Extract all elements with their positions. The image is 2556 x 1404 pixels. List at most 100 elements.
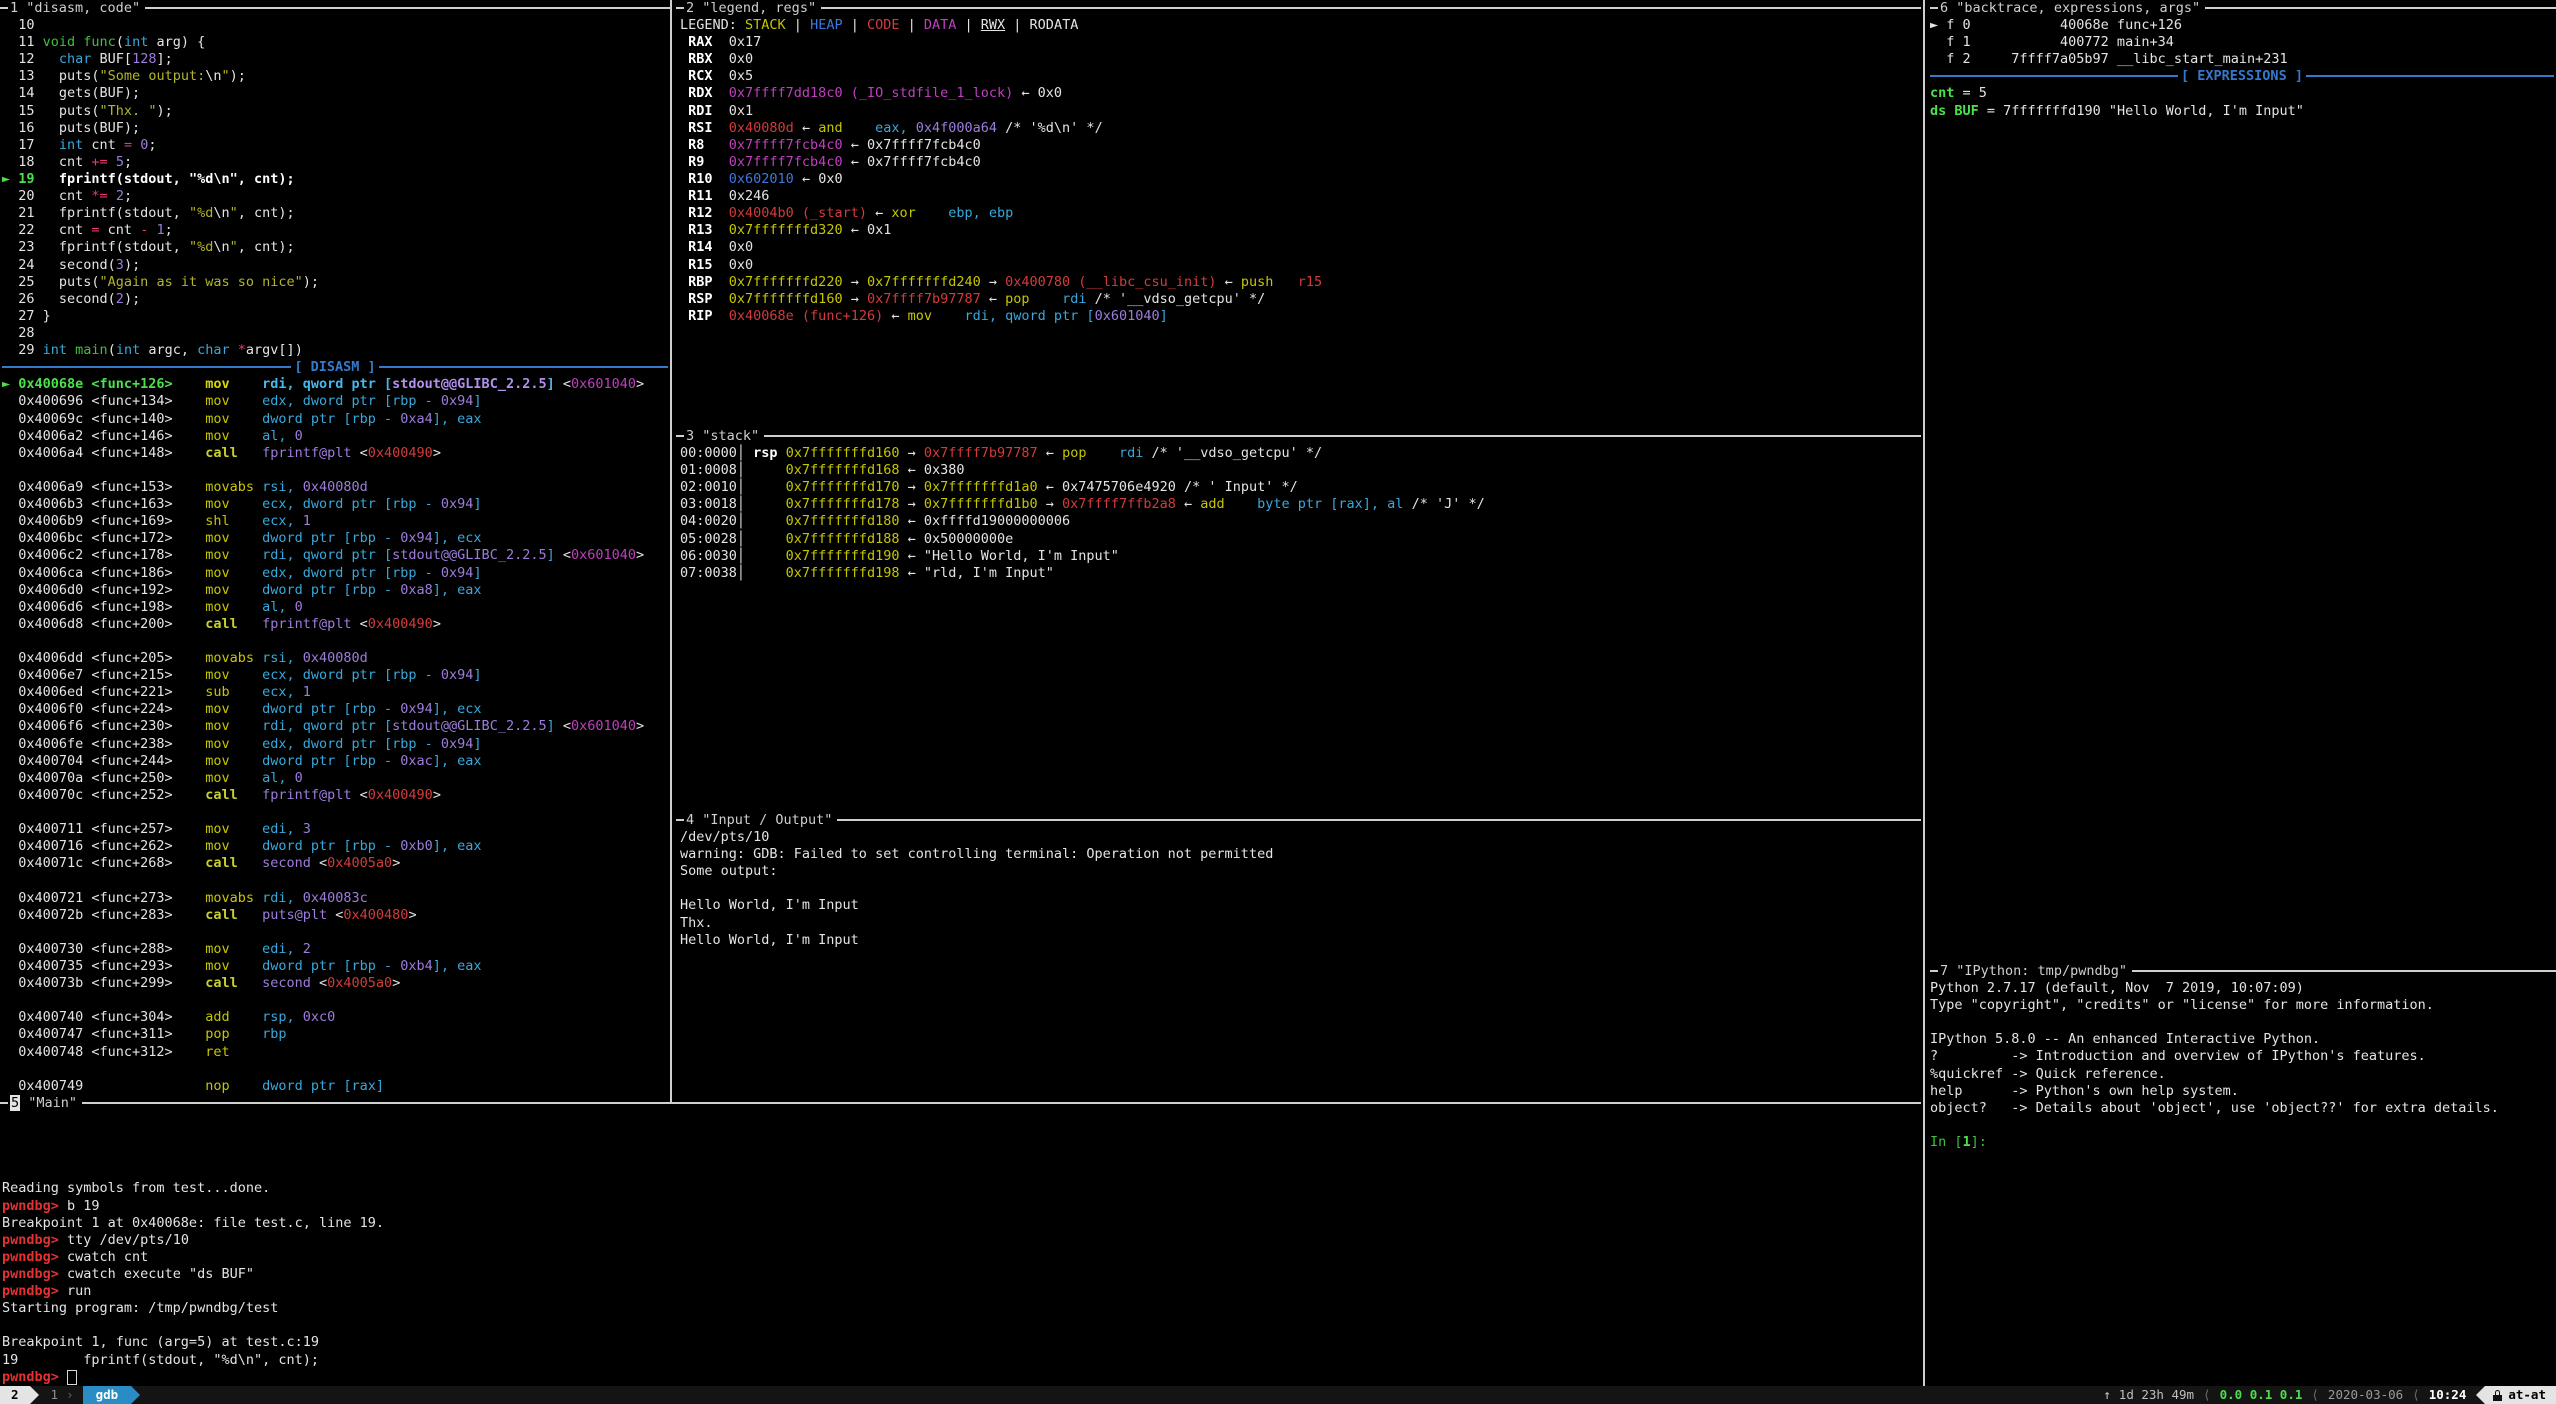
powerline-arrow-icon bbox=[30, 1386, 39, 1404]
pane-title-text: "stack" bbox=[702, 428, 759, 444]
terminal-line: pwndbg> cwatch execute "ds BUF" bbox=[2, 1266, 1917, 1283]
terminal-line: 28 bbox=[2, 325, 668, 342]
pane-border-legend-regs: 2 "legend, regs" bbox=[676, 0, 1921, 17]
terminal-line bbox=[2, 1146, 1917, 1163]
terminal-line: R15 0x0 bbox=[680, 257, 1920, 274]
terminal-line: RDX 0x7ffff7dd18c0 (_IO_stdfile_1_lock) … bbox=[680, 85, 1920, 102]
terminal-line: 0x4006ed <func+221> sub ecx, 1 bbox=[2, 684, 668, 701]
terminal-line: 0x400749 nop dword ptr [rax] bbox=[2, 1078, 668, 1095]
terminal-line bbox=[2, 1317, 1917, 1334]
terminal-line: 0x4006ca <func+186> mov edx, dword ptr [… bbox=[2, 565, 668, 582]
terminal-line: 11 void func(int arg) { bbox=[2, 34, 668, 51]
pane-main-console[interactable]: Reading symbols from test...done.pwndbg>… bbox=[2, 1112, 1917, 1386]
terminal-line: 17 int cnt = 0; bbox=[2, 137, 668, 154]
pane-border-stack: 3 "stack" bbox=[676, 428, 1921, 445]
terminal-line: 0x4006d0 <func+192> mov dword ptr [rbp -… bbox=[2, 582, 668, 599]
terminal-line: 0x400748 <func+312> ret bbox=[2, 1044, 668, 1061]
terminal-line: 0x4006a2 <func+146> mov al, 0 bbox=[2, 428, 668, 445]
terminal-line: 20 cnt *= 2; bbox=[2, 188, 668, 205]
terminal-line bbox=[1930, 1014, 2554, 1031]
pane-title-backtrace: 6 "backtrace, expressions, args" bbox=[1938, 0, 2205, 17]
terminal-line: 0x4006a9 <func+153> movabs rsi, 0x40080d bbox=[2, 479, 668, 496]
pane-title-stack: 3 "stack" bbox=[684, 428, 764, 445]
terminal-line: R12 0x4004b0 (_start) ← xor ebp, ebp bbox=[680, 205, 1920, 222]
pane-stack[interactable]: 00:0000│ rsp 0x7fffffffd160 → 0x7ffff7b9… bbox=[680, 445, 1920, 582]
terminal-line: 05:0028│ 0x7fffffffd188 ← 0x50000000e bbox=[680, 531, 1920, 548]
pane-number: 4 bbox=[686, 812, 694, 828]
terminal-line: /dev/pts/10 bbox=[680, 829, 1920, 846]
terminal-line: Python 2.7.17 (default, Nov 7 2019, 10:0… bbox=[1930, 980, 2554, 997]
window-index[interactable]: 1 bbox=[39, 1386, 63, 1404]
terminal-line: 01:0008│ 0x7fffffffd168 ← 0x380 bbox=[680, 462, 1920, 479]
terminal-line: R11 0x246 bbox=[680, 188, 1920, 205]
terminal-line bbox=[2, 462, 668, 479]
terminal-line: 0x400696 <func+134> mov edx, dword ptr [… bbox=[2, 393, 668, 410]
terminal-line: 0x4006b3 <func+163> mov ecx, dword ptr [… bbox=[2, 496, 668, 513]
terminal-line bbox=[2, 872, 668, 889]
terminal-line: 0x400740 <func+304> add rsp, 0xc0 bbox=[2, 1009, 668, 1026]
terminal-line: Starting program: /tmp/pwndbg/test bbox=[2, 1300, 1917, 1317]
pane-border-backtrace: 6 "backtrace, expressions, args" bbox=[1930, 0, 2556, 17]
terminal-line: pwndbg> b 19 bbox=[2, 1198, 1917, 1215]
terminal-line: 02:0010│ 0x7fffffffd170 → 0x7fffffffd1a0… bbox=[680, 479, 1920, 496]
terminal-line: pwndbg> tty /dev/pts/10 bbox=[2, 1232, 1917, 1249]
pane-title-legend-regs: 2 "legend, regs" bbox=[684, 0, 821, 17]
terminal-line: 0x400747 <func+311> pop rbp bbox=[2, 1026, 668, 1043]
terminal-line: Breakpoint 1, func (arg=5) at test.c:19 bbox=[2, 1334, 1917, 1351]
pane-title-main: 5 "Main" bbox=[8, 1095, 82, 1112]
column-divider-left[interactable] bbox=[670, 0, 672, 1104]
window-tab-gdb[interactable]: gdb bbox=[83, 1386, 132, 1404]
pane-backtrace-expressions[interactable]: ► f 0 40068e func+126 f 1 400772 main+34… bbox=[1930, 17, 2554, 120]
pane-ipython[interactable]: Python 2.7.17 (default, Nov 7 2019, 10:0… bbox=[1930, 980, 2554, 1151]
terminal-line: 0x40069c <func+140> mov dword ptr [rbp -… bbox=[2, 411, 668, 428]
pane-border-main: 5 "Main" bbox=[0, 1095, 1921, 1112]
terminal-line: 0x4006fe <func+238> mov edx, dword ptr [… bbox=[2, 736, 668, 753]
pane-input-output[interactable]: /dev/pts/10warning: GDB: Failed to set c… bbox=[680, 829, 1920, 949]
terminal-line: Breakpoint 1 at 0x40068e: file test.c, l… bbox=[2, 1215, 1917, 1232]
terminal-line: ds BUF = 7fffffffd190 "Hello World, I'm … bbox=[1930, 103, 2554, 120]
terminal-line: 27 } bbox=[2, 308, 668, 325]
terminal-line: object? -> Details about 'object', use '… bbox=[1930, 1100, 2554, 1117]
terminal-line: 06:0030│ 0x7fffffffd190 ← "Hello World, … bbox=[680, 548, 1920, 565]
date-label: 2020-03-06 bbox=[2328, 1386, 2403, 1404]
terminal-line: 24 second(3); bbox=[2, 257, 668, 274]
terminal-line: 0x4006d8 <func+200> call fprintf@plt <0x… bbox=[2, 616, 668, 633]
terminal-line: 04:0020│ 0x7fffffffd180 ← 0xffffd1900000… bbox=[680, 513, 1920, 530]
angle-separator-icon: ⟨ bbox=[2194, 1386, 2220, 1404]
pane-title-text: "backtrace, expressions, args" bbox=[1956, 0, 2200, 16]
terminal-line: Hello World, I'm Input bbox=[680, 897, 1920, 914]
terminal-line: LEGEND: STACK | HEAP | CODE | DATA | RWX… bbox=[680, 17, 1920, 34]
terminal-line: ► f 0 40068e func+126 bbox=[1930, 17, 2554, 34]
status-bar-spacer bbox=[140, 1386, 2095, 1404]
terminal-line: R13 0x7fffffffd320 ← 0x1 bbox=[680, 222, 1920, 239]
terminal-line: IPython 5.8.0 -- An enhanced Interactive… bbox=[1930, 1031, 2554, 1048]
terminal-line bbox=[2, 1112, 1917, 1129]
status-bar-right: ↑ 1d 23h 49m ⟨ 0.0 0.1 0.1 ⟨ 2020-03-06 … bbox=[2095, 1386, 2556, 1404]
terminal-line: f 1 400772 main+34 bbox=[1930, 34, 2554, 51]
terminal-line: 26 second(2); bbox=[2, 291, 668, 308]
terminal-line: 0x400704 <func+244> mov dword ptr [rbp -… bbox=[2, 753, 668, 770]
pane-number: 2 bbox=[686, 0, 694, 16]
session-badge[interactable]: 2 bbox=[0, 1386, 30, 1404]
pane-legend-regs[interactable]: LEGEND: STACK | HEAP | CODE | DATA | RWX… bbox=[680, 17, 1920, 325]
load-average: 0.0 0.1 0.1 bbox=[2220, 1386, 2303, 1404]
uptime-arrow-icon: ↑ bbox=[2095, 1386, 2119, 1404]
pane-border-disasm-code: 1 "disasm, code" bbox=[0, 0, 670, 17]
pane-number: 3 bbox=[686, 428, 694, 444]
terminal-line: 0x4006dd <func+205> movabs rsi, 0x40080d bbox=[2, 650, 668, 667]
terminal-line: 15 puts("Thx. "); bbox=[2, 103, 668, 120]
terminal-line: 0x400711 <func+257> mov edi, 3 bbox=[2, 821, 668, 838]
terminal-line: 0x400721 <func+273> movabs rdi, 0x40083c bbox=[2, 890, 668, 907]
terminal-line: R14 0x0 bbox=[680, 239, 1920, 256]
pane-disasm-code[interactable]: 10 11 void func(int arg) { 12 char BUF[1… bbox=[2, 17, 668, 1095]
terminal-line: Hello World, I'm Input bbox=[680, 932, 1920, 949]
terminal-line: RSP 0x7fffffffd160 → 0x7ffff7b97787 ← po… bbox=[680, 291, 1920, 308]
terminal-line: 0x4006e7 <func+215> mov ecx, dword ptr [… bbox=[2, 667, 668, 684]
terminal-line bbox=[680, 880, 1920, 897]
terminal-line: 0x40070c <func+252> call fprintf@plt <0x… bbox=[2, 787, 668, 804]
column-divider-right[interactable] bbox=[1923, 0, 1925, 1386]
terminal-line: ? -> Introduction and overview of IPytho… bbox=[1930, 1048, 2554, 1065]
terminal-line: Thx. bbox=[680, 915, 1920, 932]
terminal-line bbox=[2, 924, 668, 941]
terminal-line: 13 puts("Some output:\n"); bbox=[2, 68, 668, 85]
